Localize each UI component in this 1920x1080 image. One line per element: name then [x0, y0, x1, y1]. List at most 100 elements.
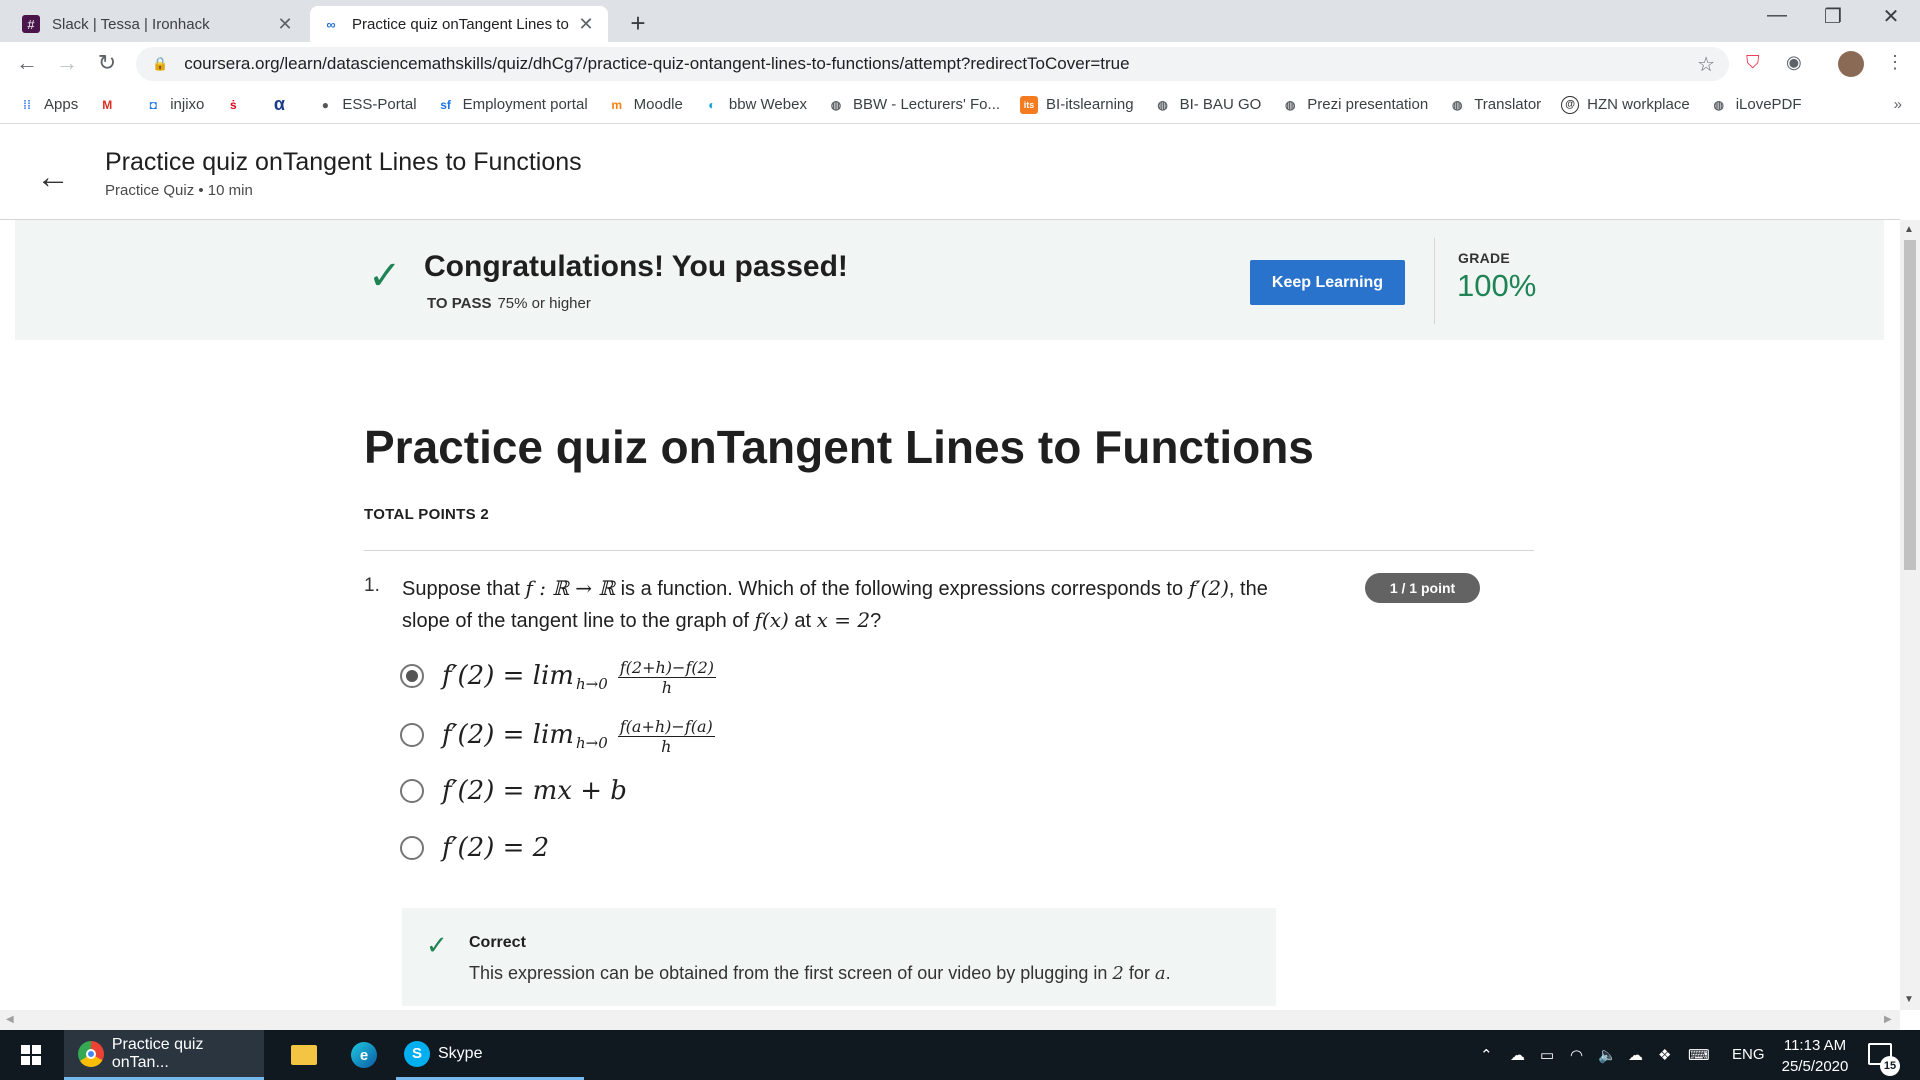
scroll-down-icon[interactable]: ▼ [1904, 994, 1914, 1005]
taskbar-edge[interactable]: e [338, 1030, 390, 1080]
radio-button[interactable] [400, 836, 424, 860]
gmail-icon: M [102, 97, 113, 112]
webex-icon: ◐ [708, 97, 716, 112]
pocket-extension-icon[interactable]: ⛉ [1746, 52, 1760, 73]
extension-circle-icon[interactable]: ◉ [1786, 52, 1802, 73]
language-indicator[interactable]: ENG [1732, 1046, 1765, 1063]
bookmark-alpha[interactable]: α [270, 94, 296, 114]
question-number: 1. [364, 575, 380, 596]
scrollbar-thumb[interactable] [1904, 240, 1916, 570]
keyboard-icon[interactable]: ⌨ [1688, 1046, 1710, 1064]
reload-button[interactable]: ↻ [92, 50, 122, 76]
battery-icon[interactable]: ▭ [1540, 1046, 1554, 1064]
pass-message: Congratulations! You passed! [424, 250, 848, 283]
checkmark-icon: ✓ [368, 254, 402, 298]
volume-icon[interactable]: 🔈 [1598, 1046, 1617, 1064]
feedback-title: Correct [469, 934, 526, 951]
tab-slack[interactable]: # Slack | Tessa | Ironhack ✕ [10, 6, 307, 42]
radio-button[interactable] [400, 779, 424, 803]
bookmarks-more-icon[interactable]: » [1894, 96, 1902, 113]
windows-logo-icon [21, 1045, 41, 1065]
answer-option[interactable]: f′(2) = mx + b [400, 776, 627, 806]
bookmark-bbw-webex[interactable]: ◐ bbw Webex [703, 96, 807, 114]
clock-date: 25/5/2020 [1781, 1058, 1849, 1075]
skype-icon: S [404, 1040, 430, 1067]
apple-icon: ● [321, 97, 330, 112]
pass-banner: ✓ Congratulations! You passed! TO PASS 75… [15, 220, 1884, 340]
dropbox-icon[interactable]: ❖ [1658, 1046, 1671, 1064]
back-arrow-icon[interactable]: ← [36, 158, 70, 197]
avatar[interactable] [1838, 51, 1864, 77]
globe-icon: ◍ [1285, 97, 1296, 112]
bookmark-sparkasse[interactable]: ṡ [224, 96, 250, 114]
option-expression: f′(2) = lim h→0 f(2+h)−f(2) h [442, 658, 717, 697]
bookmark-employment-portal[interactable]: sf Employment portal [437, 96, 587, 114]
bookmark-prezi[interactable]: ◍ Prezi presentation [1281, 96, 1428, 114]
bookmark-moodle[interactable]: m Moodle [608, 96, 683, 114]
new-tab-button[interactable]: + [624, 8, 652, 39]
file-explorer-icon [291, 1045, 317, 1065]
windows-taskbar: Practice quiz onTan... e S Skype ⌃ ☁ ▭ ◠… [0, 1030, 1920, 1080]
clock[interactable]: 11:13 AM 25/5/2020 [1770, 1035, 1860, 1077]
bookmark-ess-portal[interactable]: ● ESS-Portal [316, 96, 417, 114]
checkmark-icon: ✓ [426, 930, 448, 960]
tab-coursera[interactable]: ∞ Practice quiz onTangent Lines to ✕ [310, 6, 608, 42]
back-button[interactable]: ← [12, 50, 42, 76]
bookmark-injixo[interactable]: ◘ injixo [144, 96, 205, 114]
close-icon[interactable]: ✕ [576, 14, 596, 35]
scroll-right-icon[interactable]: ▶ [1884, 1014, 1892, 1025]
taskbar-chrome[interactable]: Practice quiz onTan... [64, 1030, 264, 1080]
header-subtitle: Practice Quiz • 10 min [105, 182, 253, 199]
points-badge: 1 / 1 point [1365, 573, 1480, 603]
taskbar-file-explorer[interactable] [278, 1030, 330, 1080]
answer-option[interactable]: f′(2) = lim h→0 f(2+h)−f(2) h [400, 656, 717, 697]
bookmark-ilovepdf[interactable]: ◍ iLovePDF [1710, 96, 1801, 114]
slack-icon: # [22, 15, 40, 33]
browser-toolbar: ← → ↻ 🔒 coursera.org/learn/datasciencema… [0, 42, 1920, 86]
total-points: TOTAL POINTS 2 [364, 506, 490, 523]
wifi-icon[interactable]: ◠ [1570, 1046, 1583, 1064]
bookmark-gmail[interactable]: M [98, 96, 124, 114]
bookmark-hzn-workplace[interactable]: @ HZN workplace [1561, 95, 1690, 114]
grade-label: GRADE [1458, 250, 1511, 266]
horizontal-scrollbar[interactable]: ◀ ▶ [0, 1010, 1900, 1030]
keep-learning-button[interactable]: Keep Learning [1250, 260, 1405, 305]
scroll-up-icon[interactable]: ▲ [1904, 224, 1914, 235]
start-button[interactable] [0, 1030, 62, 1080]
minimize-button[interactable]: — [1762, 4, 1792, 27]
onedrive-icon[interactable]: ☁ [1510, 1046, 1525, 1064]
cloud-sync-icon[interactable]: ☁ [1628, 1046, 1643, 1064]
coursera-icon: ∞ [326, 16, 336, 32]
taskbar-skype[interactable]: S Skype [396, 1030, 584, 1080]
radio-button[interactable] [400, 663, 424, 688]
menu-icon[interactable]: ⋮ [1886, 52, 1904, 73]
bookmark-star-icon[interactable]: ☆ [1697, 52, 1715, 77]
bookmark-apps[interactable]: ⁞⁞ Apps [18, 96, 78, 114]
feedback-text: This expression can be obtained from the… [469, 963, 1171, 984]
address-bar[interactable]: 🔒 coursera.org/learn/datasciencemathskil… [136, 47, 1729, 81]
course-header: ← Practice quiz onTangent Lines to Funct… [0, 124, 1900, 220]
hzn-icon: @ [1561, 95, 1580, 114]
forward-button[interactable]: → [52, 50, 82, 76]
sf-icon: sf [440, 97, 451, 112]
answer-option[interactable]: f′(2) = lim h→0 f(a+h)−f(a) h [400, 715, 715, 756]
vertical-scrollbar[interactable]: ▲ ▼ [1900, 220, 1920, 1010]
chevron-up-icon[interactable]: ⌃ [1480, 1046, 1493, 1064]
close-icon[interactable]: ✕ [275, 14, 295, 35]
tab-title: Practice quiz onTangent Lines to [352, 15, 569, 33]
answer-option[interactable]: f′(2) = 2 [400, 833, 549, 863]
quiz-title: Practice quiz onTangent Lines to Functio… [364, 421, 1314, 473]
grade-value: 100% [1457, 268, 1537, 303]
header-title: Practice quiz onTangent Lines to Functio… [105, 148, 582, 176]
bookmark-bbw-lecturers[interactable]: ◍ BBW - Lecturers' Fo... [827, 96, 1000, 114]
restore-button[interactable]: ❐ [1818, 4, 1848, 29]
bookmark-bi-itslearning[interactable]: its BI-itslearning [1020, 95, 1134, 114]
radio-button[interactable] [400, 722, 424, 747]
close-window-button[interactable]: ✕ [1876, 4, 1906, 29]
bookmark-translator[interactable]: ◍ Translator [1448, 96, 1541, 114]
injixo-icon: ◘ [149, 97, 157, 112]
clock-time: 11:13 AM [1783, 1037, 1847, 1054]
scroll-left-icon[interactable]: ◀ [6, 1014, 14, 1025]
sparkasse-icon: ṡ [230, 97, 237, 112]
bookmark-bi-bau-go[interactable]: ◍ BI- BAU GO [1154, 96, 1261, 114]
